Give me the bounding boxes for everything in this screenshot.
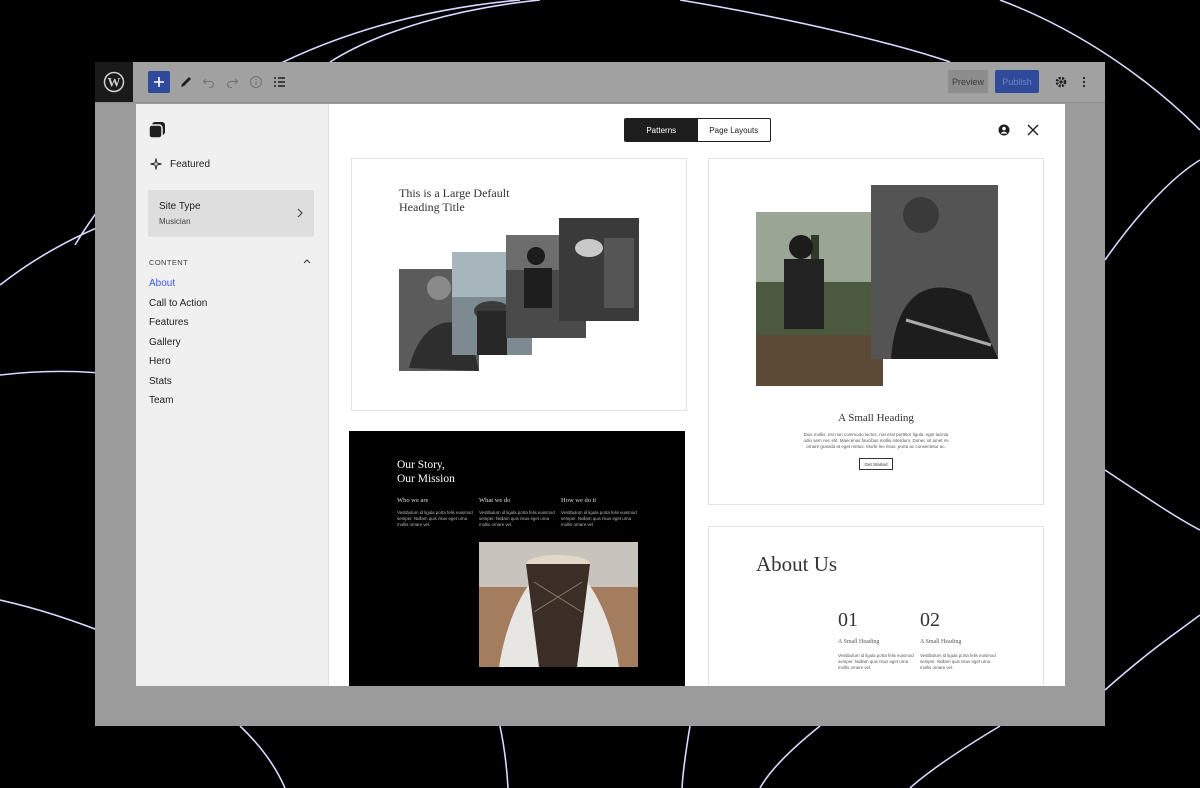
category-hero[interactable]: Hero — [149, 356, 207, 376]
story-heading: Our Story, Our Mission — [397, 459, 455, 485]
pattern-card-hero[interactable]: A Small Heading Duis mollis, est non com… — [708, 158, 1044, 505]
more-vertical-icon[interactable] — [1073, 71, 1095, 93]
story-column-3: How we do it Vestibulum id ligula porta … — [561, 497, 637, 528]
redo-icon[interactable] — [221, 71, 243, 93]
user-account-icon[interactable] — [998, 124, 1010, 136]
chevron-right-icon — [297, 208, 303, 218]
pattern-type-tabs: Patterns Page Layouts — [624, 118, 771, 142]
story-column-2: What we do Vestibulum id ligula porta fe… — [479, 497, 555, 528]
pattern-sidebar: Featured Site Type Musician CONTENT Abou… — [136, 104, 329, 686]
hero-body-text: Duis mollis, est non commodo luctus, nis… — [803, 432, 949, 450]
pattern-card-story[interactable]: Our Story, Our Mission Who we are Vestib… — [349, 431, 685, 686]
pattern-card-about[interactable]: About Us 01 A Small Heading Vestibulum i… — [708, 526, 1044, 686]
wordpress-logo-icon[interactable]: W — [95, 62, 133, 102]
category-gallery[interactable]: Gallery — [149, 337, 207, 357]
about-number-1: 01 — [838, 609, 858, 631]
chevron-up-icon[interactable] — [302, 257, 312, 265]
about-number-2: 02 — [920, 609, 940, 631]
site-type-title: Site Type — [159, 201, 201, 212]
featured-link[interactable]: Featured — [150, 158, 210, 170]
gallery-heading: This is a Large Default Heading Title — [399, 186, 510, 214]
about-item-1-title: A Small Heading — [838, 639, 880, 645]
about-item-2-title: A Small Heading — [920, 639, 962, 645]
drummer-photo — [479, 542, 638, 667]
musician-photo-collage — [399, 218, 639, 371]
tab-patterns[interactable]: Patterns — [625, 119, 698, 141]
content-section-heading: CONTENT — [149, 258, 189, 267]
gear-icon[interactable] — [1050, 71, 1072, 93]
list-view-icon[interactable] — [268, 71, 290, 93]
editor-window: W Preview Publish Featured Site Type Mus… — [95, 62, 1105, 726]
about-heading: About Us — [756, 552, 838, 576]
hero-heading: A Small Heading — [838, 412, 914, 424]
pattern-library-modal: Featured Site Type Musician CONTENT Abou… — [136, 104, 1065, 686]
plus-icon[interactable] — [148, 71, 170, 93]
info-icon[interactable] — [245, 71, 267, 93]
category-stats[interactable]: Stats — [149, 376, 207, 396]
about-item-1-text: Vestibulum id ligula porta felis euismod… — [838, 653, 914, 671]
editor-toolbar: W Preview Publish — [95, 62, 1105, 103]
site-type-value: Musician — [159, 217, 191, 226]
pattern-card-gallery[interactable]: This is a Large Default Heading Title — [351, 158, 687, 411]
block-logo-icon — [148, 122, 165, 139]
category-about[interactable]: About — [149, 278, 207, 298]
category-team[interactable]: Team — [149, 395, 207, 415]
tab-page-layouts[interactable]: Page Layouts — [698, 119, 771, 141]
pencil-icon[interactable] — [175, 71, 197, 93]
sparkle-icon — [150, 158, 162, 170]
category-features[interactable]: Features — [149, 317, 207, 337]
preview-button[interactable]: Preview — [948, 70, 988, 93]
undo-icon[interactable] — [198, 71, 220, 93]
featured-label: Featured — [170, 158, 211, 170]
category-list: About Call to Action Features Gallery He… — [149, 278, 207, 415]
hero-cta-button: Get Started — [859, 458, 893, 470]
close-icon[interactable] — [1027, 124, 1039, 136]
category-call-to-action[interactable]: Call to Action — [149, 298, 207, 318]
site-type-selector[interactable]: Site Type Musician — [148, 190, 314, 237]
story-column-1: Who we are Vestibulum id ligula porta fe… — [397, 497, 473, 528]
svg-text:W: W — [108, 75, 121, 90]
hero-photos — [756, 185, 998, 386]
about-item-2-text: Vestibulum id ligula porta felis euismod… — [920, 653, 996, 671]
publish-button[interactable]: Publish — [995, 70, 1039, 93]
